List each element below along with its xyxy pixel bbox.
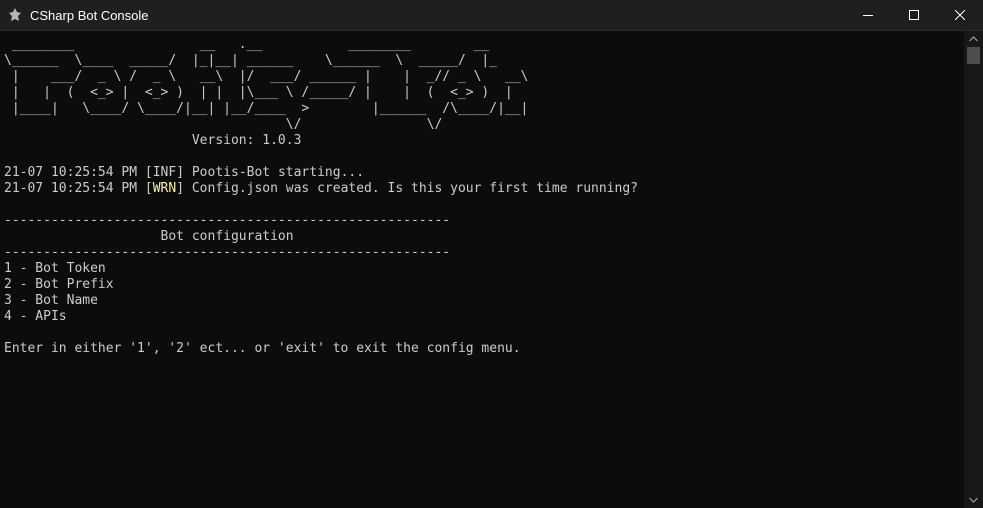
menu-item: 2 - Bot Prefix [4, 277, 114, 292]
banner-line: |____| \____/ \____/|__| |__/____ > |___… [4, 101, 529, 116]
window-title: CSharp Bot Console [30, 7, 149, 23]
minimize-button[interactable] [845, 0, 891, 30]
banner-line: \/ \/ [4, 117, 443, 132]
bot-console-icon [0, 0, 30, 30]
log-time: 21-07 10:25:54 PM [4, 165, 138, 180]
scroll-down-button[interactable] [964, 492, 983, 508]
maximize-button[interactable] [891, 0, 937, 30]
close-button[interactable] [937, 0, 983, 30]
console-output[interactable]: ________ __ .__ ________ __ \______ \____… [0, 31, 964, 508]
chevron-down-icon [969, 497, 978, 503]
banner-line: | ___/ _ \ / _ \ __\ |/ ___/ ______ | | … [4, 69, 529, 84]
title-bar[interactable]: CSharp Bot Console [0, 0, 983, 31]
log-message: Config.json was created. Is this your fi… [191, 181, 638, 196]
log-level-badge: INF [152, 165, 177, 180]
scroll-thumb[interactable] [967, 47, 980, 64]
vertical-scrollbar[interactable] [964, 31, 983, 508]
maximize-icon [909, 10, 919, 20]
menu-item: 3 - Bot Name [4, 293, 98, 308]
log-time: 21-07 10:25:54 PM [4, 181, 138, 196]
menu-item: 1 - Bot Token [4, 261, 106, 276]
log-line: 21-07 10:25:54 PM [WRN] Config.json was … [4, 181, 638, 196]
log-message: Pootis-Bot starting... [191, 165, 365, 180]
minimize-icon [863, 15, 873, 16]
close-icon [955, 10, 965, 20]
prompt-text: Enter in either '1', '2' ect... or 'exit… [4, 341, 521, 356]
banner-line: | | ( <_> | <_> ) | | |\___ \ /_____/ | … [4, 85, 513, 100]
console-window: CSharp Bot Console ________ __ .__ _____… [0, 0, 983, 508]
menu-title: Bot configuration [4, 229, 294, 244]
separator-line: ----------------------------------------… [4, 213, 451, 228]
separator-line: ----------------------------------------… [4, 245, 451, 260]
chevron-up-icon [969, 36, 978, 42]
banner-line: \______ \____ _____/ |_|__| ______ \____… [4, 53, 498, 68]
banner-line: ________ __ .__ ________ __ [4, 37, 490, 52]
window-controls [845, 0, 983, 30]
log-level-badge: WRN [152, 181, 177, 196]
menu-item: 4 - APIs [4, 309, 67, 324]
log-line: 21-07 10:25:54 PM [INF] Pootis-Bot start… [4, 165, 365, 180]
scroll-up-button[interactable] [964, 31, 983, 47]
version-text: Version: 1.0.3 [4, 133, 302, 148]
